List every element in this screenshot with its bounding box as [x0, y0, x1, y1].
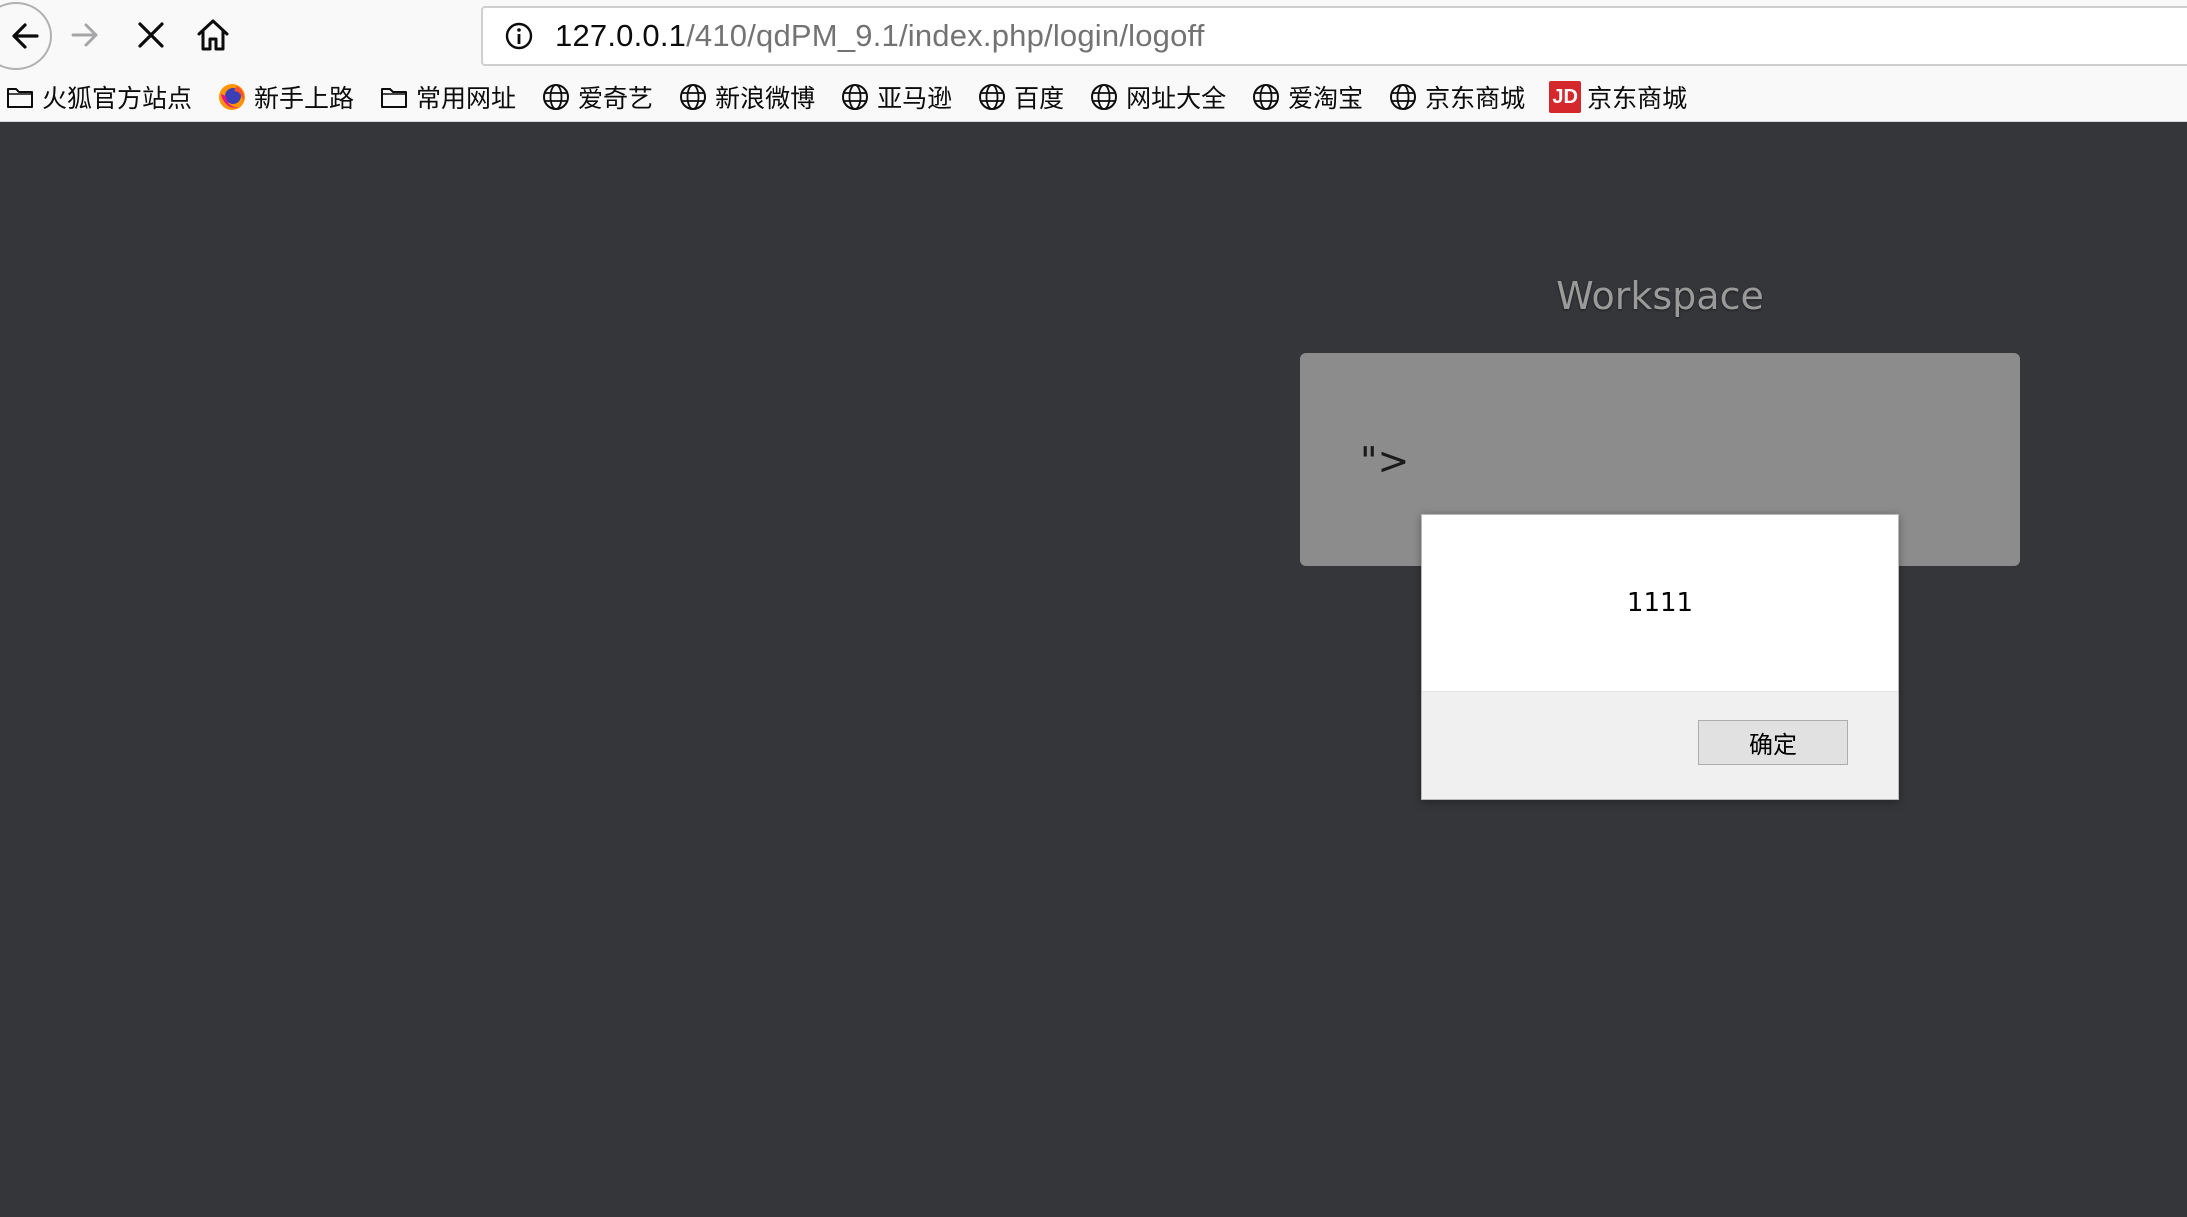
ok-button[interactable]: 确定 [1698, 720, 1848, 765]
close-icon [138, 22, 164, 48]
bookmark-item[interactable]: JD 京东商城 [1549, 76, 1687, 118]
bookmark-label: 新手上路 [254, 84, 355, 113]
bookmark-item[interactable]: 新手上路 [216, 76, 354, 118]
info-icon[interactable] [499, 16, 539, 56]
dialog-message: 1111 [1626, 588, 1694, 618]
back-button[interactable] [0, 2, 52, 70]
bookmark-label: 京东商城 [1425, 84, 1526, 113]
jd-logo: JD [1549, 81, 1582, 113]
bookmark-label: 百度 [1014, 84, 1065, 113]
bookmark-label: 爱淘宝 [1288, 84, 1364, 113]
bookmark-item[interactable]: 常用网址 [378, 76, 516, 118]
bookmark-label: 网址大全 [1126, 84, 1227, 113]
globe-icon [540, 81, 572, 113]
bookmark-item[interactable]: 网址大全 [1088, 76, 1226, 118]
workspace-title: Workspace [1556, 274, 1764, 318]
stop-button[interactable] [128, 12, 174, 58]
navigation-toolbar: 127.0.0.1/410/qdPM_9.1/index.php/login/l… [0, 0, 2187, 72]
bookmark-item[interactable]: 百度 [976, 76, 1064, 118]
globe-icon [839, 81, 871, 113]
bookmark-item[interactable]: 京东商城 [1387, 76, 1525, 118]
bookmark-label: 亚马逊 [877, 84, 953, 113]
arrow-left-icon [12, 23, 39, 49]
url-host: 127.0.0.1 [555, 18, 687, 53]
arrow-right-icon [71, 23, 98, 47]
bookmark-item[interactable]: 亚马逊 [839, 76, 952, 118]
bookmark-label: 京东商城 [1587, 84, 1688, 113]
url-text[interactable]: 127.0.0.1/410/qdPM_9.1/index.php/login/l… [555, 18, 1205, 54]
globe-icon [677, 81, 709, 113]
bookmark-item[interactable]: 爱奇艺 [540, 76, 653, 118]
jd-icon: JD [1549, 81, 1582, 113]
browser-chrome: 127.0.0.1/410/qdPM_9.1/index.php/login/l… [0, 0, 2187, 122]
globe-icon [976, 81, 1008, 113]
bookmark-label: 常用网址 [416, 84, 517, 113]
bookmark-item[interactable]: 火狐官方站点 [4, 76, 192, 118]
firefox-icon [216, 81, 248, 113]
globe-icon [1088, 81, 1120, 113]
folder-icon [378, 81, 410, 113]
dialog-footer: 确定 [1422, 691, 1898, 799]
forward-button[interactable] [62, 12, 108, 58]
bookmark-label: 爱奇艺 [578, 84, 654, 113]
folder-icon [4, 81, 36, 113]
bookmarks-toolbar: 火狐官方站点 新手上路 常用网址 爱奇艺 新浪微博 亚马逊 百度 网址大全 爱淘宝 京东商城 JD 京… [0, 76, 2187, 118]
bookmark-item[interactable]: 爱淘宝 [1250, 76, 1363, 118]
bookmark-label: 新浪微博 [715, 84, 816, 113]
home-button[interactable] [190, 12, 236, 58]
alert-dialog: 1111 确定 [1421, 514, 1899, 800]
injected-text: "> [1360, 439, 1410, 483]
bookmark-item[interactable]: 新浪微博 [677, 76, 815, 118]
bookmark-label: 火狐官方站点 [42, 84, 193, 113]
address-bar[interactable]: 127.0.0.1/410/qdPM_9.1/index.php/login/l… [481, 6, 2187, 66]
globe-icon [1387, 81, 1419, 113]
globe-icon [1250, 81, 1282, 113]
url-path: /410/qdPM_9.1/index.php/login/logoff [686, 18, 1205, 53]
home-icon [197, 19, 229, 51]
dialog-body: 1111 [1422, 515, 1898, 691]
